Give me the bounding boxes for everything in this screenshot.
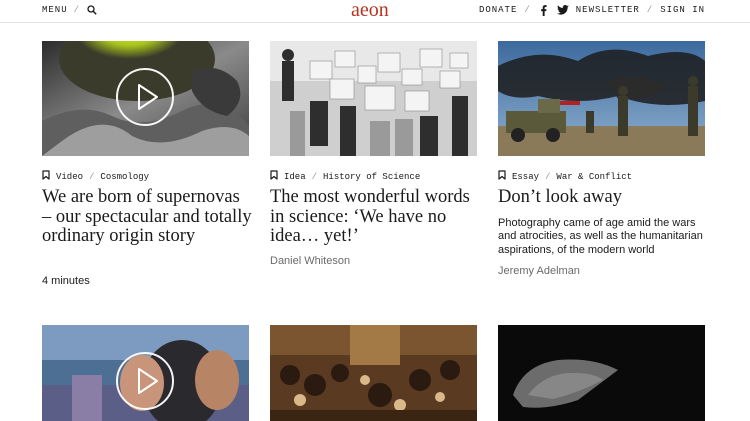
article-thumbnail[interactable] <box>270 325 477 421</box>
site-header: MENU / aeon DONATE / NEWSLETTER / SIGN I… <box>0 0 750 23</box>
header-separator: / <box>646 5 654 15</box>
article-type[interactable]: Idea <box>284 172 306 182</box>
article-card[interactable] <box>498 325 705 421</box>
article-thumbnail[interactable] <box>42 41 249 156</box>
article-meta: Idea / History of Science <box>270 170 420 183</box>
twitter-icon[interactable] <box>556 4 569 16</box>
article-card[interactable]: Idea / History of Science The most wonde… <box>270 41 477 301</box>
article-title[interactable]: The most wonderful words in science: ‘We… <box>270 187 480 247</box>
article-thumbnail[interactable] <box>498 41 705 156</box>
article-card[interactable] <box>42 325 249 421</box>
article-card[interactable] <box>270 325 477 421</box>
article-thumbnail[interactable] <box>270 41 477 156</box>
sign-in-link[interactable]: SIGN IN <box>660 5 705 15</box>
video-duration: 4 minutes <box>42 275 90 287</box>
donate-link[interactable]: DONATE <box>479 5 517 15</box>
header-right: DONATE / NEWSLETTER / SIGN IN <box>479 4 705 16</box>
facebook-icon[interactable] <box>538 4 550 16</box>
bookmark-icon[interactable] <box>42 170 50 183</box>
article-title[interactable]: We are born of supernovas – our spectacu… <box>42 187 252 247</box>
header-left: MENU / <box>42 4 98 16</box>
article-thumbnail[interactable] <box>42 325 249 421</box>
meta-separator: / <box>545 171 551 182</box>
meta-separator: / <box>89 171 95 182</box>
article-meta: Essay / War & Conflict <box>498 170 632 183</box>
menu-button[interactable]: MENU <box>42 5 68 15</box>
article-topic[interactable]: History of Science <box>323 172 420 182</box>
bookmark-icon[interactable] <box>498 170 506 183</box>
play-icon <box>138 84 158 110</box>
article-card[interactable]: Video / Cosmology We are born of superno… <box>42 41 252 301</box>
article-topic[interactable]: Cosmology <box>100 172 149 182</box>
article-meta: Video / Cosmology <box>42 170 149 183</box>
play-button[interactable] <box>116 68 174 126</box>
search-icon[interactable] <box>86 4 98 16</box>
article-author[interactable]: Daniel Whiteson <box>270 255 350 267</box>
article-thumbnail[interactable] <box>498 325 705 421</box>
bookmark-icon[interactable] <box>270 170 278 183</box>
article-type[interactable]: Essay <box>512 172 539 182</box>
article-title[interactable]: Don’t look away <box>498 187 708 208</box>
article-type[interactable]: Video <box>56 172 83 182</box>
play-icon <box>138 368 158 394</box>
site-logo[interactable]: aeon <box>351 0 389 22</box>
header-separator: / <box>524 5 531 15</box>
newsletter-link[interactable]: NEWSLETTER <box>576 5 640 15</box>
header-separator: / <box>73 5 81 15</box>
article-author[interactable]: Jeremy Adelman <box>498 265 580 277</box>
article-card[interactable]: Essay / War & Conflict Don’t look away P… <box>498 41 705 301</box>
article-description: Photography came of age amid the wars an… <box>498 217 703 256</box>
article-topic[interactable]: War & Conflict <box>556 172 632 182</box>
meta-separator: / <box>311 171 318 182</box>
play-button[interactable] <box>116 352 174 410</box>
